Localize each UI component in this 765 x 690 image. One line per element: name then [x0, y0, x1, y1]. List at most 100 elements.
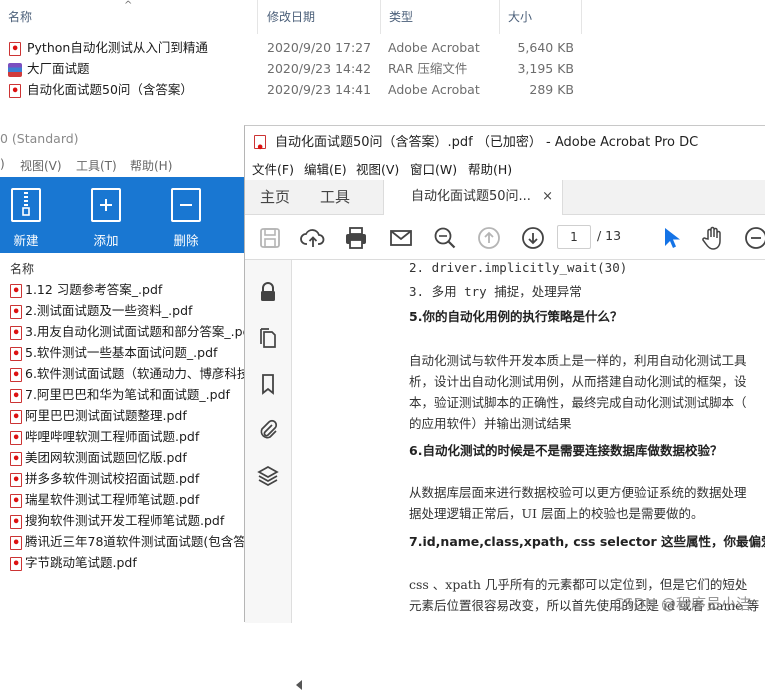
archive-file-name: 瑞星软件测试工程师笔试题.pdf — [25, 492, 199, 507]
menu-item-view[interactable]: 视图(V) — [20, 157, 62, 174]
archive-title: 0 (Standard) — [0, 131, 79, 146]
archive-file-row[interactable]: 3.用友自动化测试面试题和部分答案_.pdf — [10, 321, 255, 342]
archive-file-row[interactable]: 字节跳动笔试题.pdf — [10, 552, 137, 573]
acrobat-window: 自动化面试题50问（含答案）.pdf （已加密） - Adobe Acrobat… — [244, 125, 765, 622]
menu-item-file[interactable]: 文件(F) — [252, 159, 294, 178]
archive-file-name: 2.测试面试题及一些资料_.pdf — [25, 303, 192, 318]
previous-page-icon[interactable] — [476, 225, 502, 251]
file-name: 自动化面试题50问（含答案） — [27, 79, 193, 100]
file-type: RAR 压缩文件 — [388, 58, 467, 79]
pages-thumbnail-icon[interactable] — [256, 326, 280, 350]
pdf-icon — [10, 431, 22, 445]
file-row[interactable]: Python自动化测试从入门到精通 2020/9/20 17:27 Adobe … — [0, 37, 600, 58]
archive-file-name: 6.软件测试面试题（软通动力、博彦科技 — [25, 366, 249, 381]
tab-document-label: 自动化面试题50问... — [411, 189, 531, 204]
pdf-icon — [10, 305, 22, 319]
archive-file-row[interactable]: 6.软件测试面试题（软通动力、博彦科技 — [10, 363, 249, 384]
archive-file-row[interactable]: 美团网软测面试题回忆版.pdf — [10, 447, 187, 468]
archive-file-row[interactable]: 2.测试面试题及一些资料_.pdf — [10, 300, 192, 321]
new-archive-button[interactable]: 新建 — [0, 185, 56, 249]
archive-file-row[interactable]: 瑞星软件测试工程师笔试题.pdf — [10, 489, 199, 510]
menu-item-help[interactable]: 帮助(H) — [468, 159, 512, 178]
delete-button[interactable]: 删除 — [156, 185, 216, 249]
file-name: 大厂面试题 — [27, 58, 90, 79]
menu-item-edit[interactable]: 编辑(E) — [304, 159, 347, 178]
file-date: 2020/9/20 17:27 — [267, 37, 371, 58]
archive-file-row[interactable]: 7.阿里巴巴和华为笔试和面试题_.pdf — [10, 384, 230, 405]
add-button[interactable]: 添加 — [76, 185, 136, 249]
close-tab-icon[interactable]: × — [542, 180, 553, 214]
archive-column-header-name[interactable]: 名称 — [0, 259, 250, 279]
column-header-date[interactable]: 修改日期 — [259, 0, 381, 34]
file-name: Python自动化测试从入门到精通 — [27, 37, 208, 58]
archive-file-name: 腾讯近三年78道软件测试面试题(包含答案 — [25, 534, 258, 549]
file-row[interactable]: 自动化面试题50问（含答案） 2020/9/23 14:41 Adobe Acr… — [0, 79, 600, 100]
archive-file-name: 拼多多软件测试校招面试题.pdf — [25, 471, 199, 486]
file-size: 5,640 KB — [517, 37, 574, 58]
archive-file-row[interactable]: 阿里巴巴测试面试题整理.pdf — [10, 405, 187, 426]
archive-file-row[interactable]: 搜狗软件测试开发工程师笔试题.pdf — [10, 510, 224, 531]
pdf-icon — [10, 410, 22, 424]
tab-document[interactable]: 自动化面试题50问... × — [383, 180, 563, 216]
file-size: 3,195 KB — [517, 58, 574, 79]
menu-item-view[interactable]: 视图(V) — [356, 159, 399, 178]
zoom-out-icon[interactable] — [743, 225, 765, 251]
file-row[interactable]: 大厂面试题 2020/9/23 14:42 RAR 压缩文件 3,195 KB — [0, 58, 600, 79]
acrobat-app-icon — [254, 135, 266, 149]
menu-item-tools[interactable]: 工具(T) — [76, 157, 117, 174]
lock-icon[interactable] — [256, 280, 280, 304]
pdf-icon — [10, 494, 22, 508]
sort-ascending-icon: ^ — [124, 0, 132, 11]
tab-bar: 主页 工具 自动化面试题50问... × — [245, 180, 765, 215]
doc-text-line: 3. 多用 try 捕捉，处理异常 — [409, 281, 582, 300]
collapse-panel-icon[interactable] — [295, 680, 303, 690]
save-icon[interactable] — [257, 225, 283, 251]
page-number-input[interactable]: 1 — [557, 225, 591, 249]
doc-text-line: 从数据库层面来进行数据校验可以更方便验证系统的数据处理 — [409, 482, 747, 501]
archive-file-name: 哔哩哔哩软测工程师面试题.pdf — [25, 429, 199, 444]
archive-file-row[interactable]: 1.12 习题参考答案_.pdf — [10, 279, 162, 300]
pdf-icon — [10, 347, 22, 361]
doc-text-line: css 、xpath 几乎所有的元素都可以定位到，但是它们的短处 — [409, 574, 747, 593]
layers-icon[interactable] — [256, 464, 280, 488]
doc-text-line: 据处理逻辑正常后，UI 层面上的校验也是需要做的。 — [409, 503, 703, 522]
file-type: Adobe Acrobat — [388, 37, 480, 58]
bookmark-icon[interactable] — [256, 372, 280, 396]
zip-file-icon — [11, 188, 41, 222]
column-header-type[interactable]: 类型 — [381, 0, 500, 34]
email-icon[interactable] — [388, 225, 414, 251]
menu-item-help[interactable]: 帮助(H) — [130, 157, 172, 174]
archive-file-name: 搜狗软件测试开发工程师笔试题.pdf — [25, 513, 224, 528]
archive-file-row[interactable]: 5.软件测试一些基本面试问题_.pdf — [10, 342, 217, 363]
remove-icon — [171, 188, 201, 222]
menu-item[interactable]: ) — [0, 157, 5, 171]
doc-text-line: 本，验证测试脚本的正确性，最终完成自动化测试测试脚本（ — [409, 392, 747, 411]
archive-file-row[interactable]: 哔哩哔哩软测工程师面试题.pdf — [10, 426, 199, 447]
pdf-icon — [10, 389, 22, 403]
attachment-paperclip-icon[interactable] — [256, 418, 280, 442]
archive-file-name: 阿里巴巴测试面试题整理.pdf — [25, 408, 187, 423]
archive-file-name: 字节跳动笔试题.pdf — [25, 555, 137, 570]
next-page-icon[interactable] — [520, 225, 546, 251]
upload-cloud-icon[interactable] — [300, 225, 326, 251]
column-header-size[interactable]: 大小 — [500, 0, 582, 34]
archive-file-row[interactable]: 拼多多软件测试校招面试题.pdf — [10, 468, 199, 489]
window-title: 自动化面试题50问（含答案）.pdf （已加密） - Adobe Acrobat… — [275, 135, 698, 150]
doc-heading: 5.你的自动化用例的执行策略是什么？ — [409, 306, 622, 325]
doc-text-line: 2. driver.implicitly_wait(30) — [409, 260, 627, 275]
tab-home[interactable]: 主页 — [260, 180, 290, 215]
add-icon — [91, 188, 121, 222]
document-page: 2. driver.implicitly_wait(30) 3. 多用 try 捕… — [301, 260, 765, 623]
zoom-search-icon[interactable] — [432, 225, 458, 251]
menu-item-window[interactable]: 窗口(W) — [410, 159, 457, 178]
file-type: Adobe Acrobat — [388, 79, 480, 100]
archive-file-row[interactable]: 腾讯近三年78道软件测试面试题(包含答案 — [10, 531, 258, 552]
archive-file-name: 7.阿里巴巴和华为笔试和面试题_.pdf — [25, 387, 230, 402]
hand-tool-icon[interactable] — [700, 225, 726, 251]
tab-tools[interactable]: 工具 — [320, 180, 350, 215]
select-cursor-icon[interactable] — [657, 225, 683, 251]
print-icon[interactable] — [343, 225, 369, 251]
archive-window: 0 (Standard) ) 视图(V) 工具(T) 帮助(H) 新建 添加 删… — [0, 125, 250, 622]
doc-text-line: 自动化测试与软件开发本质上是一样的，利用自动化测试工具 — [409, 350, 747, 369]
toolbar: 1 / 13 — [245, 215, 765, 260]
